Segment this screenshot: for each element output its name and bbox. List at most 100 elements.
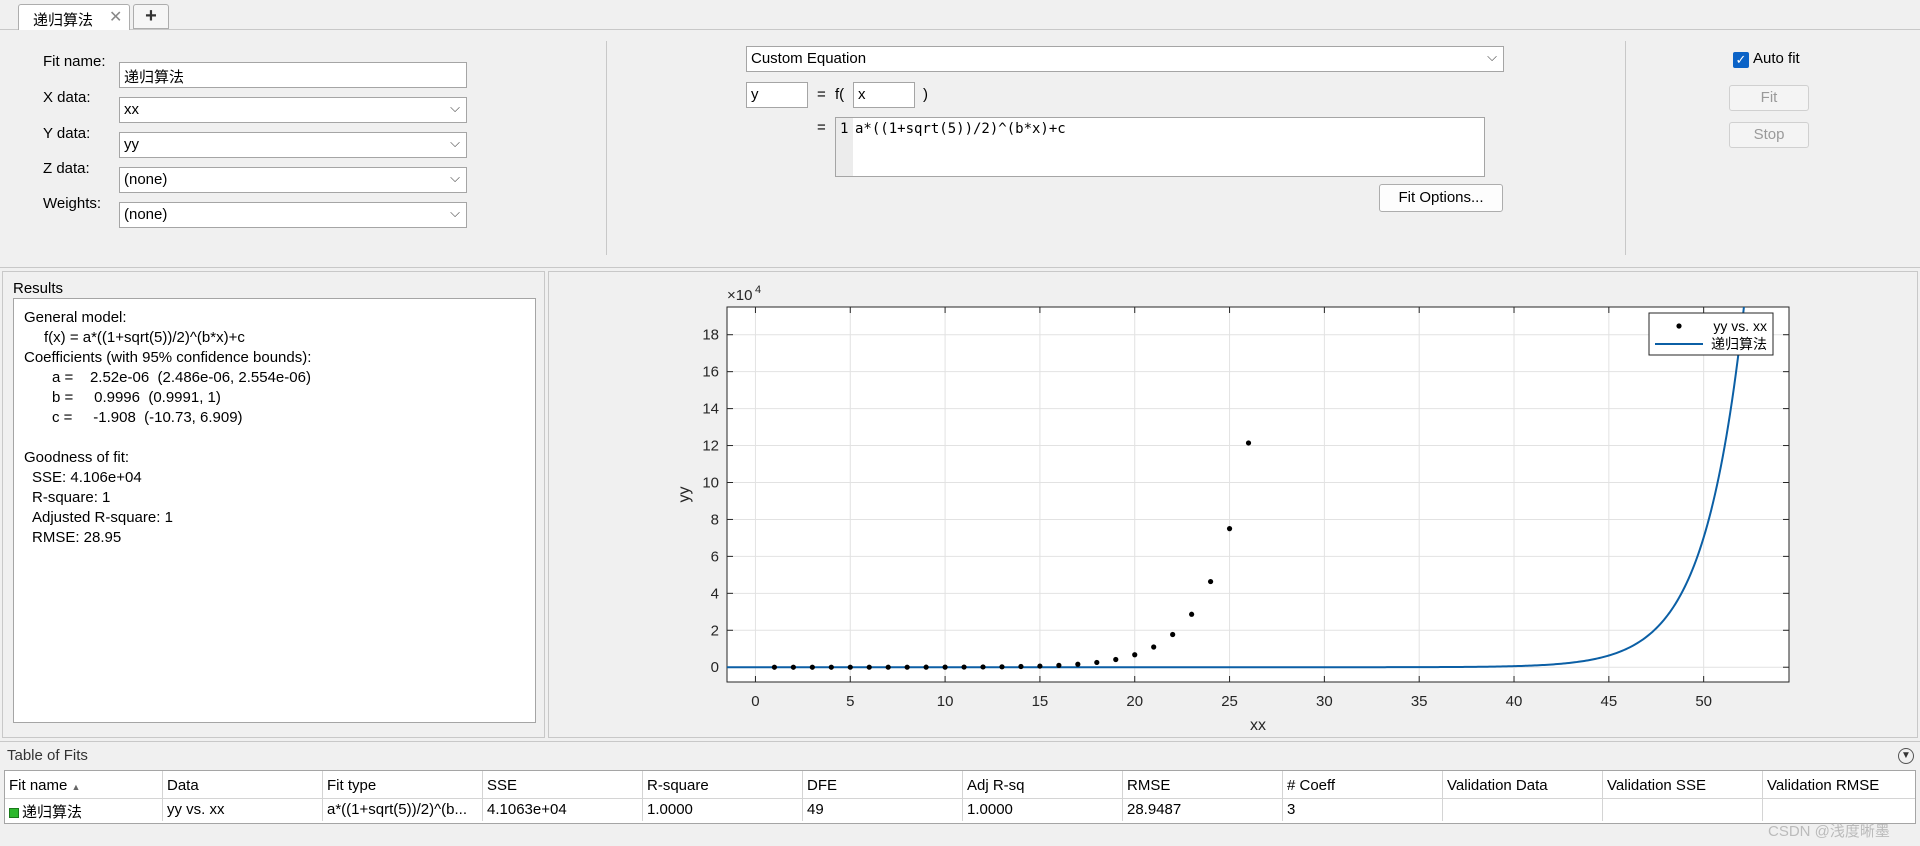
legend-label: 递归算法 [1711, 336, 1767, 352]
fit-name-label: Fit name: [43, 53, 106, 70]
plot-area [727, 307, 1789, 682]
chevron-down-icon: ⌵ [450, 205, 460, 220]
column-header[interactable]: RMSE [1123, 771, 1283, 799]
y-tick-label: 16 [702, 364, 719, 381]
fit-name-cell: 递归算法 [22, 804, 83, 821]
data-point [847, 664, 853, 670]
column-header[interactable]: Validation SSE [1603, 771, 1763, 799]
plot-panel: 0 5 10 15 20 25 30 35 40 45 50 0 2 4 6 8 10 12 14 16 18 ×10 4 x… [548, 271, 1918, 738]
data-point [1056, 662, 1062, 668]
data-point [885, 664, 891, 670]
x-tick-label: 30 [1316, 693, 1333, 710]
data-point [1151, 644, 1157, 650]
results-line: a = 2.52e-06 (2.486e-06, 2.554e-06) [52, 369, 311, 386]
table-cell[interactable]: 3 [1283, 799, 1443, 821]
table-cell[interactable]: yy vs. xx [163, 799, 323, 821]
x-data-select[interactable]: xx ⌵ [119, 97, 467, 123]
data-point [866, 664, 872, 670]
data-point [1037, 663, 1043, 669]
y-data-value: yy [124, 136, 139, 153]
x-tick-label: 20 [1126, 693, 1143, 710]
data-point [1207, 578, 1214, 585]
fit-type-select[interactable]: Custom Equation ⌵ [746, 46, 1504, 72]
equation-text[interactable]: a*((1+sqrt(5))/2)^(b*x)+c [855, 121, 1066, 137]
x-data-label: X data: [43, 89, 91, 106]
equation-editor[interactable]: 1 a*((1+sqrt(5))/2)^(b*x)+c [835, 117, 1485, 177]
x-data-value: xx [124, 101, 139, 118]
data-point [1094, 659, 1100, 666]
table-cell[interactable]: 递归算法 [5, 799, 163, 821]
fit-button[interactable]: Fit [1729, 85, 1809, 111]
tab-label: 递归算法 [33, 12, 94, 29]
column-header[interactable]: Data [163, 771, 323, 799]
fit-name-input[interactable]: 递归算法 [119, 62, 467, 88]
column-header[interactable]: R-square [643, 771, 803, 799]
data-point [904, 664, 910, 670]
weights-value: (none) [124, 206, 168, 223]
independent-variable-input[interactable]: x [853, 82, 915, 108]
z-data-value: (none) [124, 171, 168, 188]
fit-type-value: Custom Equation [751, 50, 867, 67]
column-header[interactable]: Fit type [323, 771, 483, 799]
results-line: R-square: 1 [32, 489, 111, 506]
chevron-down-icon: ⌵ [450, 170, 460, 185]
fit-options-button[interactable]: Fit Options... [1379, 184, 1503, 212]
data-point [1226, 526, 1233, 532]
add-tab-button[interactable]: + [133, 4, 169, 29]
results-line: Goodness of fit: [24, 449, 130, 466]
table-cell[interactable]: 28.9487 [1123, 799, 1283, 821]
x-tick-label: 45 [1600, 693, 1617, 710]
x-tick-label: 40 [1506, 693, 1523, 710]
data-point [923, 664, 929, 670]
fit-plot[interactable]: 0 5 10 15 20 25 30 35 40 45 50024681012141618×10 4x… [549, 272, 1917, 737]
close-icon[interactable]: ✕ [109, 7, 122, 27]
table-cell[interactable] [1603, 799, 1763, 821]
stop-button[interactable]: Stop [1729, 122, 1809, 148]
y-tick-label: 8 [711, 511, 719, 528]
table-cell[interactable]: 49 [803, 799, 963, 821]
collapse-icon[interactable]: ▼ [1898, 748, 1914, 764]
x-tick-label: 25 [1221, 693, 1238, 710]
results-panel: Results General model: f(x) = a*((1+sqrt… [2, 271, 545, 738]
tab-fit[interactable]: 递归算法 ✕ [18, 4, 130, 30]
data-point [1132, 652, 1138, 658]
weights-select[interactable]: (none) ⌵ [119, 202, 467, 228]
watermark: CSDN @浅度晰墨 [1768, 823, 1890, 840]
table-cell[interactable]: 1.0000 [643, 799, 803, 821]
column-header[interactable]: Adj R-sq [963, 771, 1123, 799]
data-point [1170, 631, 1176, 638]
results-line: SSE: 4.106e+04 [32, 469, 142, 486]
table-cell[interactable]: 1.0000 [963, 799, 1123, 821]
table-cell[interactable] [1443, 799, 1603, 821]
results-line: Coefficients (with 95% confidence bounds… [24, 349, 312, 366]
column-header[interactable]: Validation Data [1443, 771, 1603, 799]
table-cell[interactable] [1763, 799, 1915, 821]
column-header[interactable]: Fit name ▲ [5, 771, 163, 799]
x-axis-label: xx [1250, 717, 1266, 734]
column-header[interactable]: Validation RMSE [1763, 771, 1915, 799]
function-close: ) [923, 86, 928, 103]
x-tick-label: 5 [846, 693, 854, 710]
equals-sign: = [817, 86, 826, 103]
table-cell[interactable]: 4.1063e+04 [483, 799, 643, 821]
column-header[interactable]: # Coeff [1283, 771, 1443, 799]
y-data-select[interactable]: yy ⌵ [119, 132, 467, 158]
function-open: f( [835, 86, 845, 103]
line-number: 1 [836, 118, 853, 176]
auto-fit-checkbox[interactable]: ✓ [1733, 52, 1749, 68]
z-data-select[interactable]: (none) ⌵ [119, 167, 467, 193]
data-point [1018, 663, 1024, 670]
z-data-label: Z data: [43, 160, 90, 177]
divider [1625, 41, 1626, 255]
y-tick-label: 10 [702, 474, 719, 491]
weights-label: Weights: [43, 195, 102, 212]
sort-ascending-icon: ▲ [71, 782, 81, 792]
y-tick-label: 14 [702, 401, 719, 418]
column-header[interactable]: SSE [483, 771, 643, 799]
y-axis-label: yy [676, 487, 693, 503]
equals-sign-2: = [817, 119, 826, 136]
column-header[interactable]: DFE [803, 771, 963, 799]
table-cell[interactable]: a*((1+sqrt(5))/2)^(b... [323, 799, 483, 821]
dependent-variable-input[interactable]: y [746, 82, 808, 108]
legend-label: yy vs. xx [1713, 318, 1767, 334]
